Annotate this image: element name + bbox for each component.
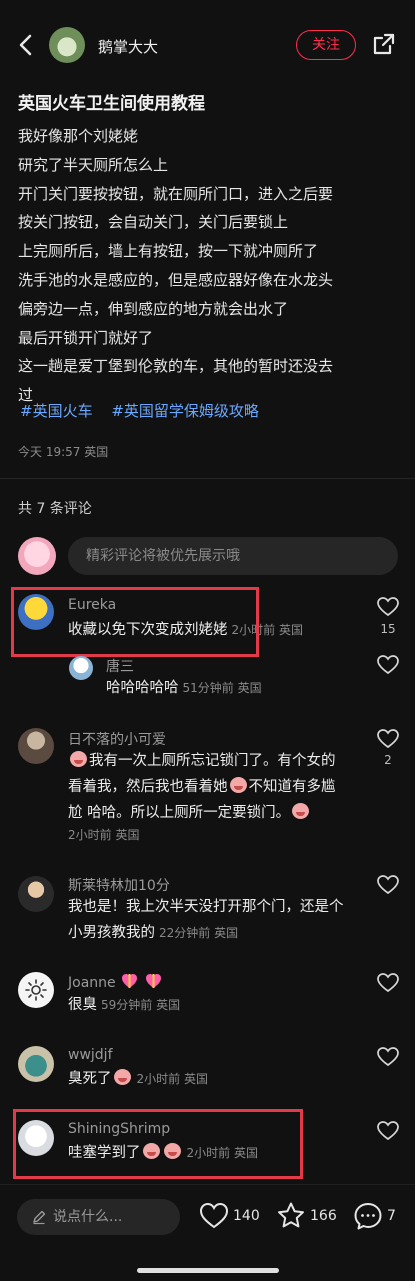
post-body: 我好像那个刘姥姥 研究了半天厕所怎么上 开门关门要按按钮，就在厕所门口，进入之后… xyxy=(18,122,403,410)
comment-body: 很臭 xyxy=(68,997,97,1013)
post-line: 这一趟是爱丁堡到伦敦的车，其他的暂时还没去 xyxy=(18,357,334,376)
author-name[interactable]: 鹅掌大大 xyxy=(98,36,158,57)
post-line: 上完厕所后，墙上有按钮，按一下就冲厕所了 xyxy=(18,242,319,261)
home-indicator[interactable] xyxy=(137,1268,279,1273)
author-avatar[interactable] xyxy=(49,27,85,63)
highlight-box xyxy=(11,587,259,657)
bottom-bar: 说点什么... 140 166 7 xyxy=(0,1184,415,1281)
heart-icon[interactable] xyxy=(377,973,399,993)
post-title: 英国火车卫生间使用教程 xyxy=(18,94,205,114)
comment-line: 我有一次上厕所忘记锁门了。有个女的 xyxy=(89,753,336,769)
post-line: 按关门按钮，会自动关门，关门后要锁上 xyxy=(18,213,289,232)
post-line: 最后开锁开门就好了 xyxy=(18,328,154,347)
like-count: 2 xyxy=(384,753,392,767)
heart-icon[interactable] xyxy=(377,1047,399,1067)
heart-icon[interactable] xyxy=(377,597,399,617)
post-line: 开门关门要按按钮，就在厕所门口，进入之后要 xyxy=(18,184,334,203)
comment-line: 看着我，然后我也看着她 xyxy=(68,779,228,795)
comment-text: 很臭 59分钟前 英国 xyxy=(68,992,180,1018)
sun-icon xyxy=(25,979,47,1001)
comment-author[interactable]: 唐三 xyxy=(106,656,134,676)
author-name[interactable]: Joanne xyxy=(68,975,116,991)
comment-count: 7 xyxy=(387,1208,396,1224)
cry-emoji-icon xyxy=(113,1069,131,1085)
share-icon[interactable] xyxy=(372,32,396,56)
like-count: 140 xyxy=(233,1208,260,1224)
like-count: 15 xyxy=(380,622,396,636)
cry-emoji-icon xyxy=(292,803,310,819)
avatar[interactable] xyxy=(18,728,54,764)
say-placeholder: 说点什么... xyxy=(53,1209,123,1225)
comment-time: 22分钟前 英国 xyxy=(159,926,239,940)
comment-time: 51分钟前 英国 xyxy=(182,681,262,695)
tag-link[interactable]: #英国火车 xyxy=(20,402,93,420)
comment-bubble-icon[interactable] xyxy=(353,1201,383,1231)
comment-line: 我也是！我上次半天没打开那个门，还是个 xyxy=(68,899,344,915)
comment-time: 2小时前 英国 xyxy=(68,828,140,842)
comment-time: 2小时前 英国 xyxy=(136,1072,208,1086)
top-bar: 鹅掌大大 关注 xyxy=(0,22,415,70)
post-meta: 今天 19:57 英国 xyxy=(18,445,109,459)
post-line: 偏旁边一点，伸到感应的地方就会出水了 xyxy=(18,299,289,318)
heart-icon[interactable] xyxy=(199,1201,229,1231)
avatar[interactable] xyxy=(18,876,54,912)
heart-icon[interactable] xyxy=(377,1121,399,1141)
divider xyxy=(0,478,415,479)
star-count: 166 xyxy=(310,1208,337,1224)
post-tags: #英国火车 #英国留学保姆级攻略 xyxy=(20,400,273,421)
comment-text: 我有一次上厕所忘记锁门了。有个女的 看着我，然后我也看着她 不知道有多尴 尬 哈哈… xyxy=(68,748,368,826)
heart-gift-icon xyxy=(122,974,138,988)
comment-author[interactable]: wwjdjf xyxy=(68,1047,113,1063)
heart-gift-icon xyxy=(145,974,161,988)
comment-text: 哈哈哈哈哈 51分钟前 英国 xyxy=(106,675,262,701)
avatar[interactable] xyxy=(69,656,93,680)
avatar[interactable] xyxy=(18,1046,54,1082)
comment-text: 臭死了 2小时前 英国 xyxy=(68,1066,208,1092)
star-icon[interactable] xyxy=(276,1201,306,1231)
blush-emoji-icon xyxy=(70,751,87,767)
comment-author[interactable]: 日不落的小可爱 xyxy=(68,729,166,749)
tag-link[interactable]: #英国留学保姆级攻略 xyxy=(111,402,259,420)
say-something-input[interactable]: 说点什么... xyxy=(17,1199,180,1235)
pen-icon xyxy=(33,1210,46,1225)
comment-line: 小男孩教我的 xyxy=(68,925,155,941)
back-arrow-icon[interactable] xyxy=(14,32,40,58)
comment-author[interactable]: 斯莱特林加10分 xyxy=(68,875,170,895)
post-line: 我好像那个刘姥姥 xyxy=(18,127,139,145)
comment-text: 我也是！我上次半天没打开那个门，还是个 小男孩教我的 22分钟前 英国 xyxy=(68,894,368,946)
comment-body: 哈哈哈哈哈 xyxy=(106,680,179,696)
comment-time: 59分钟前 英国 xyxy=(101,998,181,1012)
my-avatar xyxy=(18,537,56,575)
comment-input[interactable]: 精彩评论将被优先展示哦 xyxy=(68,537,398,575)
post-line: 研究了半天厕所怎么上 xyxy=(18,155,169,174)
comment-line: 尬 哈哈。所以上厕所一定要锁门。 xyxy=(68,805,291,821)
heart-icon[interactable] xyxy=(377,875,399,895)
comment-author[interactable]: Joanne xyxy=(68,973,163,991)
highlight-box xyxy=(13,1109,303,1179)
heart-icon[interactable] xyxy=(377,655,399,675)
comment-line: 不知道有多尴 xyxy=(248,779,336,795)
heart-icon[interactable] xyxy=(377,729,399,749)
comment-body: 臭死了 xyxy=(68,1071,112,1087)
post-line: 洗手池的水是感应的，但是感应器好像在水龙头 xyxy=(18,270,334,289)
follow-button[interactable]: 关注 xyxy=(296,30,356,60)
comment-count: 共 7 条评论 xyxy=(18,501,92,517)
cry-emoji-icon xyxy=(229,777,247,793)
